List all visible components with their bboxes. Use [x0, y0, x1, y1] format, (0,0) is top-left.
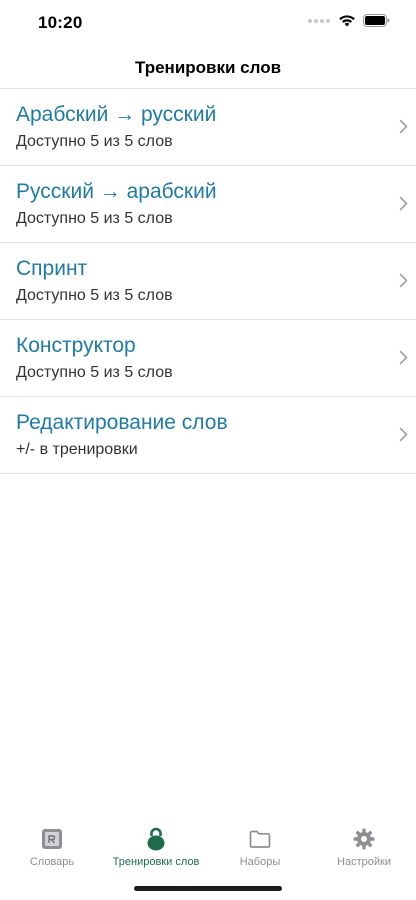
row-title: Конструктор: [16, 334, 136, 357]
row-subtitle: +/- в тренировки: [16, 441, 138, 458]
chevron-right-icon: [399, 350, 408, 365]
training-row-edit-words[interactable]: Редактирование слов +/- в тренировки: [0, 397, 416, 474]
chevron-right-icon: [399, 427, 408, 442]
folder-icon: [249, 830, 271, 848]
training-row-constructor[interactable]: Конструктор Доступно 5 из 5 слов: [0, 320, 416, 397]
row-subtitle: Доступно 5 из 5 слов: [16, 287, 173, 304]
kettlebell-icon: [147, 827, 165, 851]
tab-dictionary[interactable]: Словарь: [0, 826, 104, 868]
status-bar: 10:20: [0, 0, 416, 48]
training-row-sprint[interactable]: Спринт Доступно 5 из 5 слов: [0, 243, 416, 320]
tab-label: Тренировки слов: [112, 856, 200, 868]
status-time: 10:20: [38, 13, 83, 32]
row-subtitle: Доступно 5 из 5 слов: [16, 133, 173, 150]
chevron-right-icon: [399, 196, 408, 211]
signal-icon: [308, 18, 330, 23]
training-list: Арабский → русский Доступно 5 из 5 слов …: [0, 88, 416, 474]
row-title: Русский → арабский: [16, 180, 217, 203]
tab-training[interactable]: Тренировки слов: [104, 826, 208, 868]
dictionary-icon: [42, 829, 62, 849]
wifi-icon: [339, 15, 355, 27]
tab-label: Наборы: [239, 856, 281, 868]
row-title: Арабский → русский: [16, 103, 217, 126]
row-subtitle: Доступно 5 из 5 слов: [16, 364, 173, 381]
tab-sets[interactable]: Наборы: [208, 826, 312, 868]
gear-icon: [353, 828, 375, 850]
training-row-arabic-russian[interactable]: Арабский → русский Доступно 5 из 5 слов: [0, 89, 416, 166]
chevron-right-icon: [399, 273, 408, 288]
home-indicator: [134, 886, 282, 891]
chevron-right-icon: [399, 119, 408, 134]
tab-label: Настройки: [337, 856, 391, 868]
row-subtitle: Доступно 5 из 5 слов: [16, 210, 173, 227]
tab-settings[interactable]: Настройки: [312, 826, 416, 868]
page-title: Тренировки слов: [134, 58, 282, 77]
row-title: Спринт: [16, 257, 88, 280]
status-icons: [308, 14, 390, 27]
tab-label: Словарь: [29, 856, 75, 868]
row-title: Редактирование слов: [16, 411, 228, 434]
training-row-russian-arabic[interactable]: Русский → арабский Доступно 5 из 5 слов: [0, 166, 416, 243]
battery-icon: [363, 14, 390, 27]
